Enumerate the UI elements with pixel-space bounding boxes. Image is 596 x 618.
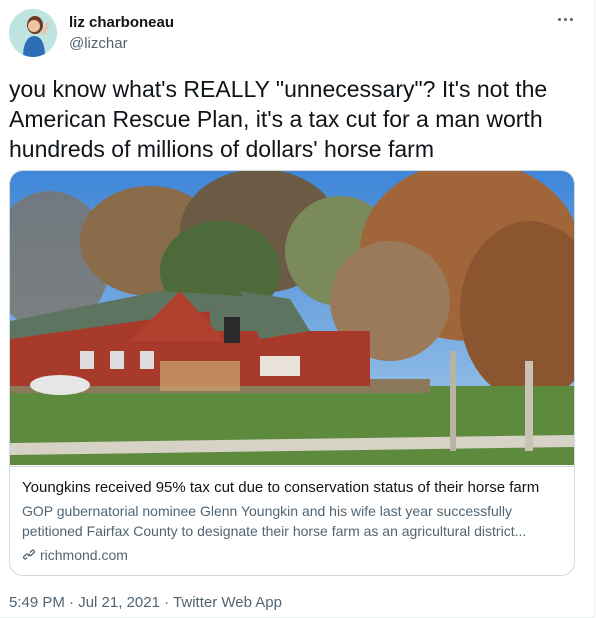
meta-separator: · <box>164 594 170 611</box>
tweet-date[interactable]: Jul 21, 2021 <box>78 594 160 611</box>
tweet-text: you know what's REALLY "unnecessary"? It… <box>9 76 548 162</box>
more-dot <box>570 18 573 21</box>
more-horizontal-icon[interactable] <box>556 9 576 29</box>
tweet-time[interactable]: 5:49 PM <box>9 594 65 611</box>
tweet-timestamp: 5:49 PM · Jul 21, 2021 · Twitter Web App <box>9 594 282 611</box>
author-handle[interactable]: @lizchar <box>69 35 128 52</box>
link-card-title: Youngkins received 95% tax cut due to co… <box>22 479 540 496</box>
link-card-description: GOP gubernatorial nominee Glenn Youngkin… <box>22 503 527 539</box>
link-card-meta: Youngkins received 95% tax cut due to co… <box>10 466 574 575</box>
more-dot <box>564 18 567 21</box>
link-icon <box>22 549 36 560</box>
person-portrait-avatar <box>9 9 57 57</box>
link-card-domain: richmond.com <box>40 547 128 563</box>
tweet-client[interactable]: Twitter Web App <box>173 594 282 611</box>
meta-separator: · <box>69 594 75 611</box>
link-card-domain-row: richmond.com <box>22 547 128 563</box>
link-preview-card[interactable]: Youngkins received 95% tax cut due to co… <box>9 170 575 576</box>
more-dot <box>558 18 561 21</box>
author-display-name[interactable]: liz charboneau <box>69 14 174 31</box>
avatar[interactable] <box>9 9 57 57</box>
horse-farm-photo <box>10 171 574 465</box>
